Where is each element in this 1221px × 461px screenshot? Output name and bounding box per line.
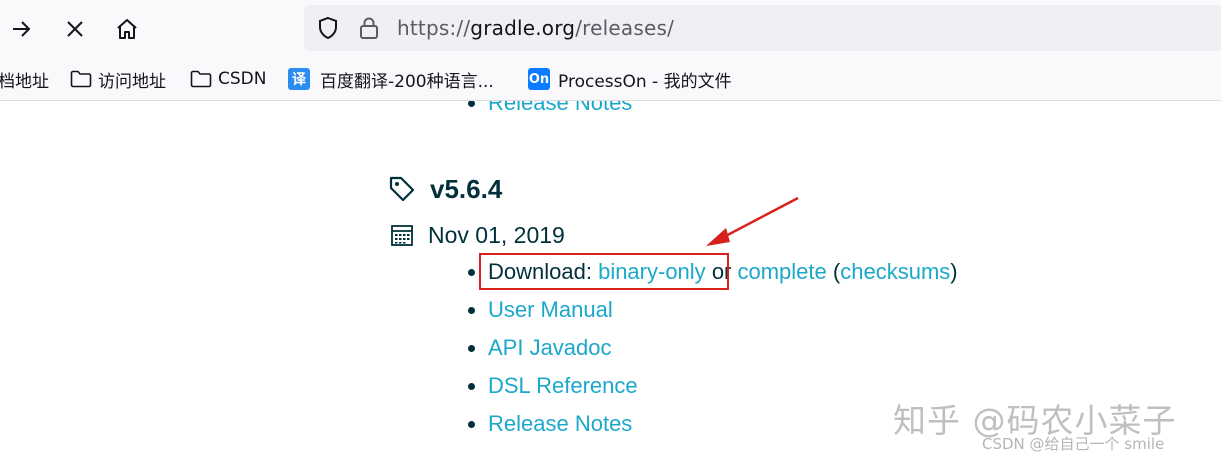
list-item: User Manual — [468, 291, 958, 329]
list-item: API Javadoc — [468, 329, 958, 367]
bookmark-label: CSDN — [218, 69, 267, 89]
bookmark-folder-2[interactable]: 访问地址 — [70, 67, 166, 92]
home-icon — [117, 19, 137, 39]
folder-icon — [70, 70, 92, 88]
home-button[interactable] — [110, 12, 144, 46]
complete-link[interactable]: complete — [738, 259, 827, 284]
browser-toolbar: https://gradle.org/releases/ — [0, 0, 1221, 58]
list-item: Release Notes — [468, 101, 632, 122]
csdn-watermark: CSDN @给自己一个 smile — [982, 435, 1165, 453]
url-text[interactable]: https://gradle.org/releases/ — [397, 16, 674, 40]
folder-icon — [190, 70, 212, 88]
user-manual-link[interactable]: User Manual — [488, 297, 613, 322]
dsl-reference-link[interactable]: DSL Reference — [488, 373, 638, 398]
translate-icon: 译 — [288, 68, 310, 90]
lock-icon[interactable] — [358, 16, 380, 40]
bookmark-label: ProcessOn - 我的文件 — [558, 71, 732, 92]
list-item: DSL Reference — [468, 367, 958, 405]
release-notes-link[interactable]: Release Notes — [488, 411, 632, 436]
bookmark-label: 档地址 — [0, 71, 49, 92]
release-notes-link[interactable]: Release Notes — [488, 101, 632, 115]
processon-icon: On — [528, 68, 550, 90]
list-item: Release Notes — [468, 405, 958, 443]
annotation-highlight-box — [479, 253, 729, 290]
bookmark-folder-1[interactable]: 档地址 — [0, 67, 49, 92]
bookmark-label: 百度翻译-200种语言... — [320, 71, 494, 92]
checksums-link[interactable]: checksums — [840, 259, 950, 284]
bookmarks-bar: 档地址 访问地址 CSDN 译 百度翻译-200种语言... On Proces… — [0, 58, 1221, 101]
close-paren: ) — [950, 259, 958, 284]
tag-icon — [389, 176, 415, 202]
release-date-row: Nov 01, 2019 — [390, 217, 565, 253]
close-icon — [67, 21, 83, 37]
bookmark-processon[interactable]: On ProcessOn - 我的文件 — [528, 67, 732, 92]
bookmark-folder-csdn[interactable]: CSDN — [190, 67, 266, 91]
release-header: v5.6.4 — [388, 171, 502, 207]
arrow-right-icon — [13, 21, 31, 37]
forward-button[interactable] — [4, 12, 38, 46]
stop-button[interactable] — [58, 12, 92, 46]
annotation-arrow-icon — [706, 196, 799, 246]
previous-release-links: Release Notes — [468, 101, 632, 122]
calendar-icon — [391, 225, 413, 246]
bookmark-label: 访问地址 — [98, 71, 166, 92]
release-version: v5.6.4 — [430, 173, 503, 204]
release-date: Nov 01, 2019 — [428, 221, 565, 248]
bookmark-baidu-translate[interactable]: 译 百度翻译-200种语言... — [288, 67, 494, 92]
address-bar[interactable]: https://gradle.org/releases/ — [304, 5, 1221, 51]
api-javadoc-link[interactable]: API Javadoc — [488, 335, 612, 360]
shield-icon[interactable] — [316, 16, 340, 40]
